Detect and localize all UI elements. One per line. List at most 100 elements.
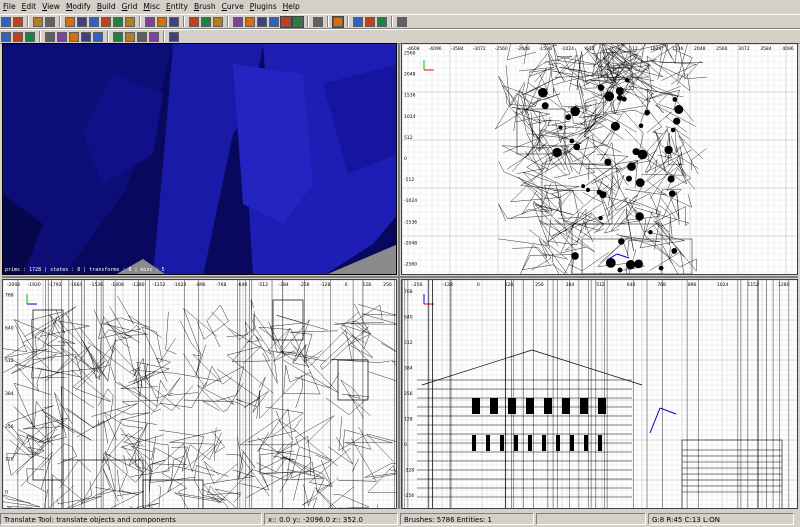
y-tick-label: 384 — [404, 365, 413, 371]
menu-file[interactable]: File — [0, 0, 19, 14]
y-tick-label: 128 — [5, 457, 14, 463]
select-inside-button[interactable] — [169, 16, 179, 27]
scale-tool-icon — [270, 17, 278, 26]
open-file-icon — [2, 17, 10, 26]
patch-matrix-button[interactable] — [365, 16, 375, 27]
y-tick-label: -256 — [404, 493, 414, 499]
csg-merge-icon — [202, 17, 210, 26]
menu-edit[interactable]: Edit — [19, 0, 40, 14]
x-tick-label: -3072 — [473, 46, 486, 52]
entity-black-button[interactable] — [69, 31, 79, 42]
rotate-x-button[interactable] — [77, 16, 87, 27]
y-tick-label: 1024 — [404, 114, 416, 120]
cube-orange-1-button[interactable] — [113, 31, 123, 42]
patch-inspector-button[interactable] — [377, 16, 387, 27]
x-tick-label: 896 — [688, 282, 697, 288]
menu-view[interactable]: View — [39, 0, 63, 14]
insert-row-button[interactable] — [57, 31, 67, 42]
y-tick-label: 128 — [404, 417, 413, 423]
toolbar-separator — [391, 16, 393, 27]
toolbar-separator — [227, 16, 229, 27]
rotate-y-button[interactable] — [101, 16, 111, 27]
x-tick-label: -3584 — [451, 46, 464, 52]
csg-subtract-button[interactable] — [189, 16, 199, 27]
menu-misc[interactable]: Misc — [140, 0, 163, 14]
y-tick-label: -2048 — [404, 240, 417, 246]
front-viewport[interactable]: -256 -128 0 128 256 384 512 640 768 896 1024 1152 12… — [401, 279, 798, 509]
save-file-button[interactable] — [13, 16, 23, 27]
patch-cap-button[interactable] — [45, 31, 55, 42]
side-view-grid: -2048-1920-1792-1664-1536-1408-1280-1152… — [3, 280, 396, 508]
cube-orange-2-button[interactable] — [125, 31, 135, 42]
flip-z-button[interactable] — [113, 16, 123, 27]
drag-edge-button[interactable] — [292, 15, 304, 28]
y-tick-label: -512 — [404, 177, 414, 183]
drag-vertex-button[interactable] — [280, 15, 292, 28]
menu-curve[interactable]: Curve — [219, 0, 247, 14]
entity-red-button[interactable] — [93, 31, 103, 42]
rotate-tool-icon — [258, 17, 266, 26]
x-tick-label: 1536 — [672, 46, 684, 52]
rotate-z-button[interactable] — [125, 16, 135, 27]
flip-x-button[interactable] — [65, 16, 75, 27]
grid-lines — [402, 44, 797, 274]
csg-merge-button[interactable] — [201, 16, 211, 27]
flip-y-button[interactable] — [89, 16, 99, 27]
status-spacer — [536, 512, 646, 525]
menu-modify[interactable]: Modify — [63, 0, 94, 14]
toolbar-separator — [107, 31, 109, 42]
y-tick-label: 0 — [404, 442, 407, 448]
side-viewport[interactable]: -2048-1920-1792-1664-1536-1408-1280-1152… — [2, 279, 397, 509]
menu-help[interactable]: Help — [280, 0, 303, 14]
shade-toggle-button[interactable] — [313, 16, 323, 27]
menu-brush[interactable]: Brush — [191, 0, 219, 14]
hollow-button[interactable] — [213, 16, 223, 27]
select-touching-button[interactable] — [157, 16, 167, 27]
top-viewport[interactable]: -4608 -4096 -3584 -3072 -2560 -2048 -1536 -1024… — [401, 43, 798, 275]
plugin-button[interactable] — [397, 16, 407, 27]
menu-plugins[interactable]: Plugins — [247, 0, 280, 14]
camera-move-button[interactable] — [81, 31, 91, 42]
x-tick-label: -1536 — [539, 46, 552, 52]
camera-stats: prims : 1728 | states : 8 | transforms :… — [5, 267, 165, 273]
cube-orange-1-icon — [114, 32, 122, 41]
rotate-tool-button[interactable] — [257, 16, 267, 27]
redo-button[interactable] — [45, 16, 55, 27]
patch-texture-button[interactable] — [25, 31, 35, 42]
front-view-grid: -256 -128 0 128 256 384 512 640 768 896 1024 1152 12… — [402, 280, 797, 508]
x-tick-label: -128 — [320, 282, 330, 288]
menu-build[interactable]: Build — [94, 0, 119, 14]
scale-tool-button[interactable] — [269, 16, 279, 27]
menu-entity[interactable]: Entity — [163, 0, 191, 14]
x-tick-label: -1280 — [132, 282, 145, 288]
show-entities-button[interactable] — [332, 15, 344, 28]
no-clip-button[interactable] — [169, 31, 179, 42]
menu-bar: File Edit View Modify Build Grid Misc Entity Bru… — [0, 0, 800, 14]
camera-move-icon — [82, 32, 90, 41]
status-grid-info: G:8 R:45 C:13 L:ON — [648, 512, 794, 525]
x-tick-label: -896 — [195, 282, 205, 288]
patch-bevel-button[interactable] — [13, 31, 23, 42]
y-tick-label: 512 — [404, 340, 413, 346]
csg-subtract-icon — [190, 17, 198, 26]
translate-button[interactable] — [245, 16, 255, 27]
clipper-button[interactable] — [233, 16, 243, 27]
patch-texture-icon — [26, 32, 34, 41]
x-tick-label: -1664 — [69, 282, 82, 288]
cube-orange-3-button[interactable] — [137, 31, 147, 42]
open-file-button[interactable] — [1, 16, 11, 27]
flip-y-icon — [90, 17, 98, 26]
secondary-toolbar — [0, 29, 800, 44]
prefab-green-button[interactable] — [1, 31, 11, 42]
y-tick-label: 1536 — [404, 93, 416, 99]
select-complete-tall-button[interactable] — [145, 16, 155, 27]
horizontal-splitter[interactable] — [2, 276, 798, 278]
toolbar-separator — [39, 31, 41, 42]
toolbar-separator — [139, 16, 141, 27]
top-wireframe — [495, 44, 708, 274]
cube-orange-4-button[interactable] — [149, 31, 159, 42]
camera-viewport[interactable]: prims : 1728 | states : 8 | transforms :… — [2, 43, 397, 275]
texture-lock-button[interactable] — [353, 16, 363, 27]
undo-button[interactable] — [33, 16, 43, 27]
menu-grid[interactable]: Grid — [119, 0, 141, 14]
